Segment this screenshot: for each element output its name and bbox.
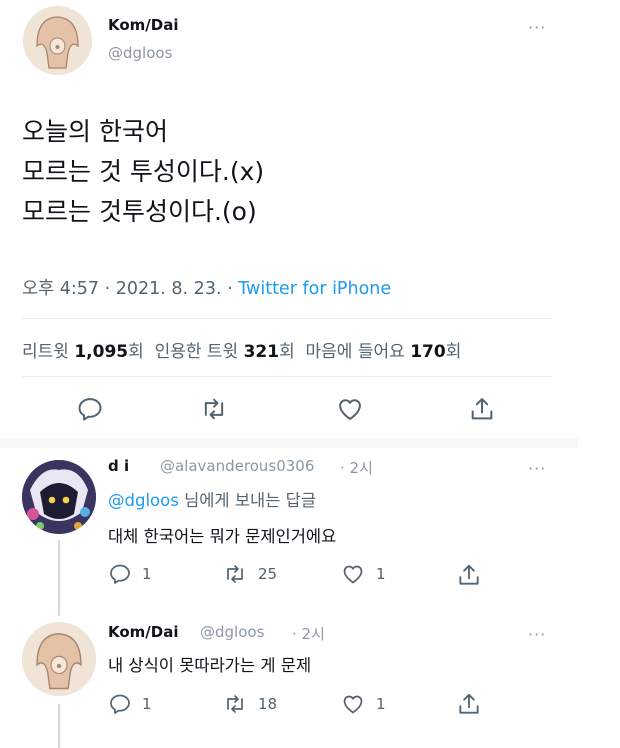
share-button[interactable] [468,395,496,423]
reply-button[interactable]: 1 [108,692,152,716]
main-author-avatar[interactable] [23,6,92,75]
mention-link[interactable]: @dgloos [108,491,179,510]
reply-button[interactable] [76,395,104,423]
like-count: 1 [376,695,386,713]
reply-more-icon[interactable]: ··· [528,625,546,644]
tweet-line: 모르는 것 투성이다.(x) [22,157,265,186]
reply-author-name[interactable]: d i [108,457,129,475]
tweet-time[interactable]: 오후 4:57 [22,279,99,299]
avatar-illustration [23,6,92,75]
tweet-line: 오늘의 한국어 [22,117,168,146]
section-divider [0,438,578,448]
retweet-icon [227,695,243,713]
like-icon [343,695,363,714]
reply-count: 1 [142,565,152,583]
reply-count: 1 [142,695,152,713]
reply-text: 대체 한국어는 뭐가 문제인거에요 [108,527,337,546]
main-author-handle[interactable]: @dgloos [108,44,172,62]
tweet-meta: 오후 4:57 · 2021. 8. 23. · Twitter for iPh… [22,279,392,299]
reply-button[interactable]: 1 [108,562,152,586]
quotes-stat[interactable]: 인용한 트윗 321회 [155,342,295,362]
like-count: 1 [376,565,386,583]
like-icon [343,565,363,584]
thread-connector [58,540,60,616]
like-button[interactable] [335,395,365,423]
divider-line [22,318,552,319]
like-button[interactable]: 1 [340,692,386,716]
retweets-stat[interactable]: 리트윗 1,095회 [22,342,144,362]
like-icon [339,399,361,420]
reply-author-avatar[interactable] [22,622,96,696]
retweet-count: 25 [258,565,278,583]
share-button[interactable] [456,691,482,717]
like-button[interactable]: 1 [340,562,386,586]
share-button[interactable] [456,562,482,588]
thread-connector [58,704,60,748]
retweet-icon [204,398,224,420]
tweet-source[interactable]: Twitter for iPhone [238,279,391,299]
reply-author-name[interactable]: Kom/Dai [108,623,179,641]
reply-author-handle[interactable]: @dgloos [200,623,264,641]
retweet-icon [227,565,243,583]
replying-to: @dgloos 님에게 보내는 답글 [108,491,317,510]
reply-author-handle[interactable]: @alavanderous0306 [160,457,314,475]
reply-text: 내 상식이 못따라가는 게 문제 [108,656,312,675]
avatar-illustration [22,622,96,696]
share-icon [459,693,479,714]
retweet-button[interactable]: 25 [222,562,277,586]
divider-line [22,376,552,377]
main-author-name[interactable]: Kom/Dai [108,16,179,34]
retweet-button[interactable] [200,395,228,423]
share-icon [459,564,479,585]
reply-time[interactable]: · 2시 [292,623,325,644]
reply-icon [110,694,130,714]
avatar-illustration [22,460,96,534]
reply-more-icon[interactable]: ··· [528,459,546,478]
retweet-button[interactable]: 18 [222,692,277,716]
main-more-icon[interactable]: ··· [528,18,546,37]
reply-icon [110,564,130,584]
tweet-date[interactable]: 2021. 8. 23. [116,279,222,299]
main-tweet-text: 오늘의 한국어 모르는 것 투성이다.(x) 모르는 것투성이다.(o) [22,112,264,232]
tweet-line: 모르는 것투성이다.(o) [22,197,257,226]
tweet-stats: 리트윗 1,095회 인용한 트윗 321회 마음에 들어요 170회 [22,337,461,362]
reply-author-avatar[interactable] [22,460,96,534]
reply-icon [78,398,102,421]
share-icon [471,398,493,420]
retweet-count: 18 [258,695,278,713]
reply-time[interactable]: · 2시 [340,457,373,478]
likes-stat[interactable]: 마음에 들어요 170회 [306,342,462,362]
